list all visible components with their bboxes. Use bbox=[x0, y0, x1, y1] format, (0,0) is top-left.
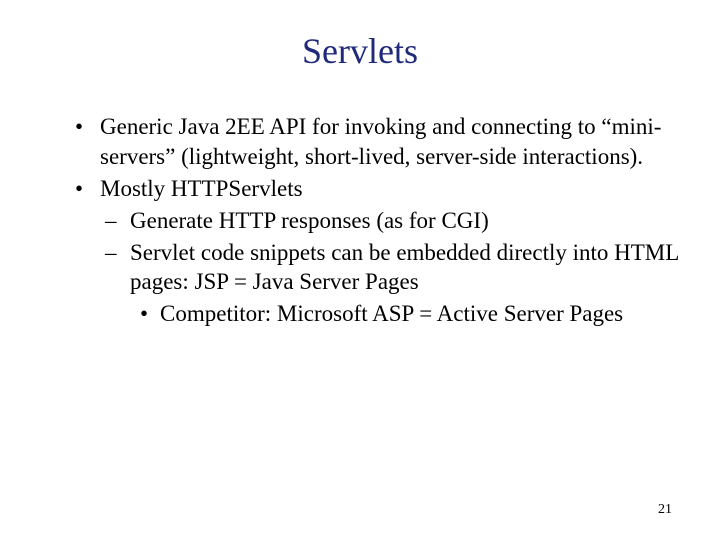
bullet-item: Generic Java 2EE API for invoking and co… bbox=[75, 112, 680, 172]
slide-content: Generic Java 2EE API for invoking and co… bbox=[40, 112, 680, 329]
bullet-item: Servlet code snippets can be embedded di… bbox=[105, 238, 680, 298]
slide: Servlets Generic Java 2EE API for invoki… bbox=[0, 0, 720, 540]
bullet-item: Generate HTTP responses (as for CGI) bbox=[105, 206, 680, 236]
slide-title: Servlets bbox=[40, 30, 680, 72]
bullet-item: Competitor: Microsoft ASP = Active Serve… bbox=[140, 299, 680, 329]
bullet-item: Mostly HTTPServlets bbox=[75, 174, 680, 204]
page-number: 21 bbox=[658, 502, 672, 518]
